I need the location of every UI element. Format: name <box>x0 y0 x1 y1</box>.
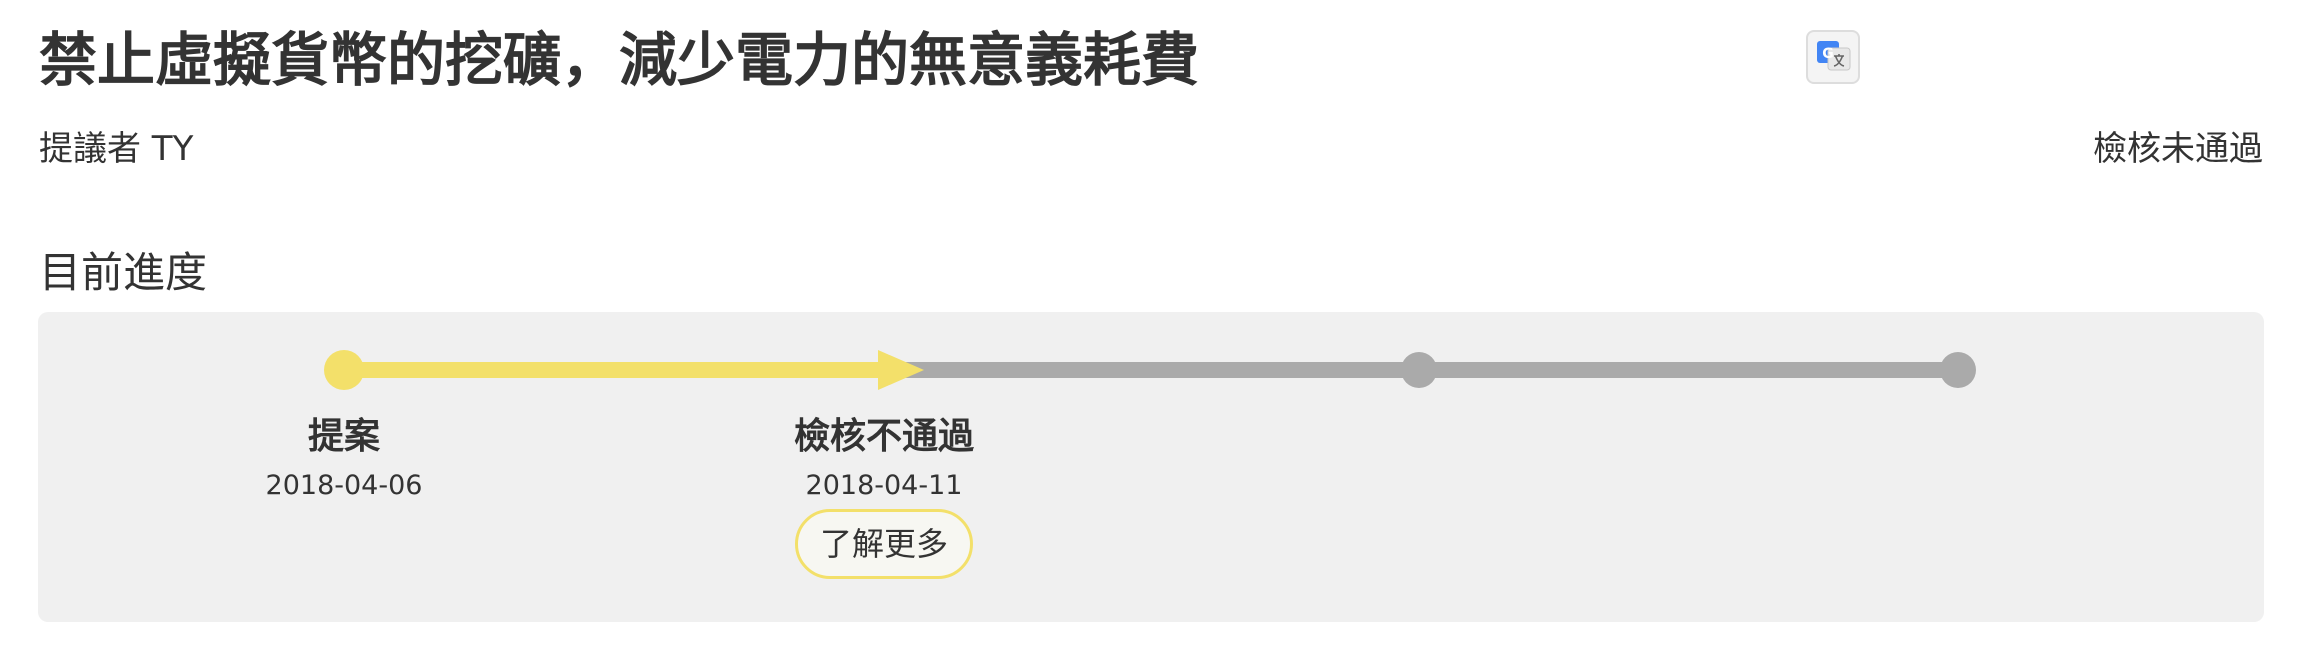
current-step-arrow <box>878 350 924 390</box>
step-node-3 <box>1401 352 1437 388</box>
step-date-proposal: 2018-04-06 <box>265 470 423 501</box>
proposer-name: 提議者 TY <box>39 129 194 169</box>
google-translate-icon: G <box>1817 41 1851 71</box>
proposal-page: 禁止虛擬貨幣的挖礦，減少電力的無意義耗費 G 提議者 TY 檢核未通過 目前進度… <box>0 0 2302 658</box>
translate-button[interactable]: G <box>1806 30 1860 84</box>
progress-section-title: 目前進度 <box>39 248 208 297</box>
review-status: 檢核未通過 <box>2093 129 2263 169</box>
step-label-proposal: 提案 <box>307 416 381 457</box>
page-title: 禁止虛擬貨幣的挖礦，減少電力的無意義耗費 <box>39 26 1200 94</box>
learn-more-button[interactable]: 了解更多 <box>794 509 974 579</box>
progress-panel: 提案 2018-04-06 檢核不通過 2018-04-11 了解更多 <box>38 312 2264 622</box>
proposal-meta: 提議者 TY 檢核未通過 <box>39 124 2263 174</box>
step-date-review-failed: 2018-04-11 <box>805 470 963 501</box>
step-node-proposal <box>324 350 364 390</box>
translate-icon-letter: G <box>1822 46 1834 62</box>
step-label-review-failed: 檢核不通過 <box>793 416 975 457</box>
step-node-4 <box>1940 352 1976 388</box>
